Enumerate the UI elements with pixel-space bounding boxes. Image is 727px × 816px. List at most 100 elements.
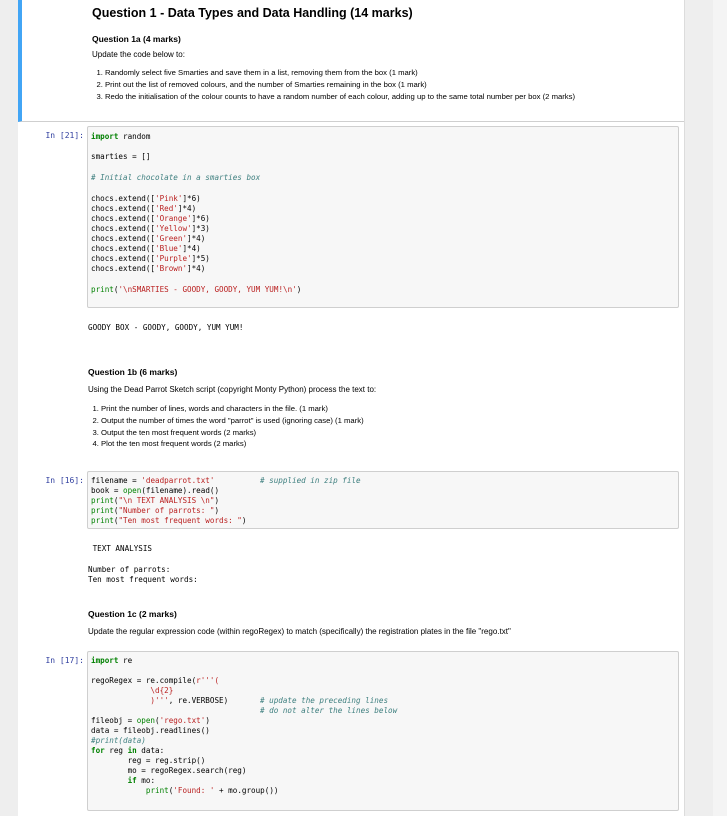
code-line: import re	[91, 656, 132, 666]
string-literal: 'Pink'	[155, 194, 183, 203]
builtin: open	[123, 486, 142, 495]
cell-output: TEXT ANALYSIS	[88, 544, 153, 553]
string-literal: 'Green'	[155, 234, 188, 243]
string-literal: r'''(	[196, 676, 220, 685]
markdown-content: Question 1 - Data Types and Data Handlin…	[92, 6, 674, 102]
keyword: if	[127, 776, 137, 785]
code-line: chocs.extend(['Green']*4)	[91, 234, 205, 244]
code-line: reg = reg.strip()	[91, 756, 206, 765]
string-literal: "\n TEXT ANALYSIS \n"	[118, 496, 215, 505]
list-item: Print out the list of removed colours, a…	[105, 79, 674, 91]
page-scrollbar[interactable]	[713, 0, 727, 816]
cell-prompt: In [16]:	[45, 476, 84, 485]
code-line: )''', re.VERBOSE)	[91, 696, 228, 706]
code-text: ]*6)	[191, 214, 210, 223]
builtin: print	[91, 506, 114, 515]
code-text: chocs.extend([	[91, 234, 156, 243]
string-literal: )'''	[91, 696, 169, 705]
code-text: chocs.extend([	[91, 214, 156, 223]
code-line: data = fileobj.readlines()	[91, 726, 210, 735]
code-line: print("\n TEXT ANALYSIS \n")	[91, 496, 219, 506]
keyword: in	[127, 746, 137, 755]
code-line: chocs.extend(['Brown']*4)	[91, 264, 205, 274]
code-line: filename = 'deadparrot.txt'	[91, 476, 214, 486]
code-text: ]*4)	[182, 244, 201, 253]
code-text: ]*4)	[177, 204, 197, 213]
code-text: ]*3)	[191, 224, 210, 233]
code-text: chocs.extend([	[91, 244, 156, 253]
string-literal: 'rego.txt'	[159, 716, 206, 725]
code-cell-17[interactable]: import re regoRegex = re.compile(r'''( \…	[87, 651, 679, 811]
markdown-cell-q1b: Question 1b (6 marks) Using the Dead Par…	[88, 367, 674, 450]
builtin: print	[91, 496, 114, 505]
code-text: fileobj =	[91, 716, 137, 725]
code-line: chocs.extend(['Purple']*5)	[91, 254, 210, 264]
code-text: re	[118, 656, 133, 665]
keyword: import	[91, 132, 119, 141]
code-text: chocs.extend([	[91, 204, 156, 213]
code-line: print('\nSMARTIES - GOODY, GOODY, YUM YU…	[91, 285, 301, 295]
code-text: chocs.extend([	[91, 194, 156, 203]
markdown-cell-q1[interactable]: Question 1 - Data Types and Data Handlin…	[18, 0, 684, 122]
list-item: Redo the initialisation of the colour co…	[105, 91, 674, 103]
keyword: import	[91, 656, 119, 665]
code-text: ]*5)	[191, 254, 210, 263]
cell-output: Number of parrots:	[88, 565, 171, 574]
markdown-cell-q1c: Question 1c (2 marks) Update the regular…	[88, 609, 674, 636]
question-1a-title: Question 1a (4 marks)	[92, 34, 181, 44]
cell-output: Ten most frequent words:	[88, 575, 198, 584]
code-text: )	[296, 285, 302, 294]
question-1a-list: Randomly select five Smarties and save t…	[92, 67, 674, 102]
code-text: random	[118, 132, 151, 141]
question-1c-title: Question 1c (2 marks)	[88, 609, 177, 619]
cell-output: GOODY BOX - GOODY, GOODY, YUM YUM!	[88, 323, 244, 332]
question-1a-intro: Update the code below to:	[92, 50, 185, 59]
builtin: print	[145, 786, 169, 795]
question-1-title: Question 1 - Data Types and Data Handlin…	[92, 6, 413, 20]
code-line: print('Found: ' + mo.group())	[91, 786, 279, 796]
code-cell-21[interactable]: import random smarties = [] # Initial ch…	[87, 126, 679, 308]
list-item: Output the number of times the word "par…	[101, 415, 674, 427]
string-literal: 'Blue'	[155, 244, 183, 253]
code-line: chocs.extend(['Blue']*4)	[91, 244, 201, 254]
string-literal: 'deadparrot.txt'	[141, 476, 215, 485]
code-line: chocs.extend(['Orange']*6)	[91, 214, 210, 224]
builtin: print	[91, 285, 114, 294]
string-literal: 'Brown'	[155, 264, 188, 273]
code-comment: # update the preceding lines	[260, 696, 389, 705]
code-cell-16[interactable]: filename = 'deadparrot.txt' # supplied i…	[87, 471, 679, 529]
code-text: chocs.extend([	[91, 224, 156, 233]
builtin: open	[136, 716, 156, 725]
code-text: regoRegex = re.compile(	[91, 676, 197, 685]
code-line: regoRegex = re.compile(r'''(	[91, 676, 219, 686]
code-line: chocs.extend(['Red']*4)	[91, 204, 196, 214]
question-1b-title: Question 1b (6 marks)	[88, 367, 178, 377]
code-text: data:	[136, 746, 165, 755]
question-1b-list: Print the number of lines, words and cha…	[88, 403, 674, 450]
code-comment: # do not alter the lines below	[260, 706, 398, 715]
code-line: if mo:	[91, 776, 155, 786]
string-literal: 'Purple'	[155, 254, 192, 263]
code-line: fileobj = open('rego.txt')	[91, 716, 210, 726]
code-text: book =	[91, 486, 124, 495]
code-line: smarties = []	[91, 152, 151, 161]
code-text: ]*6)	[182, 194, 201, 203]
code-text: ]*4)	[187, 234, 206, 243]
list-item: Print the number of lines, words and cha…	[101, 403, 674, 415]
string-literal: 'Yellow'	[155, 224, 192, 233]
question-1b-intro: Using the Dead Parrot Sketch script (cop…	[88, 385, 377, 394]
code-text: ]*4)	[187, 264, 206, 273]
keyword: for	[91, 746, 105, 755]
code-comment: # supplied in zip file	[260, 476, 361, 485]
builtin: print	[91, 516, 114, 525]
cell-prompt: In [21]:	[45, 131, 84, 140]
code-text: )	[214, 496, 220, 505]
code-text: reg	[104, 746, 128, 755]
string-literal: 'Red'	[155, 204, 178, 213]
question-1c-intro: Update the regular expression code (with…	[88, 627, 511, 636]
code-line: import random	[91, 132, 150, 142]
string-literal: '\nSMARTIES - GOODY, GOODY, YUM YUM!\n'	[118, 285, 297, 294]
code-text: )	[241, 516, 247, 525]
